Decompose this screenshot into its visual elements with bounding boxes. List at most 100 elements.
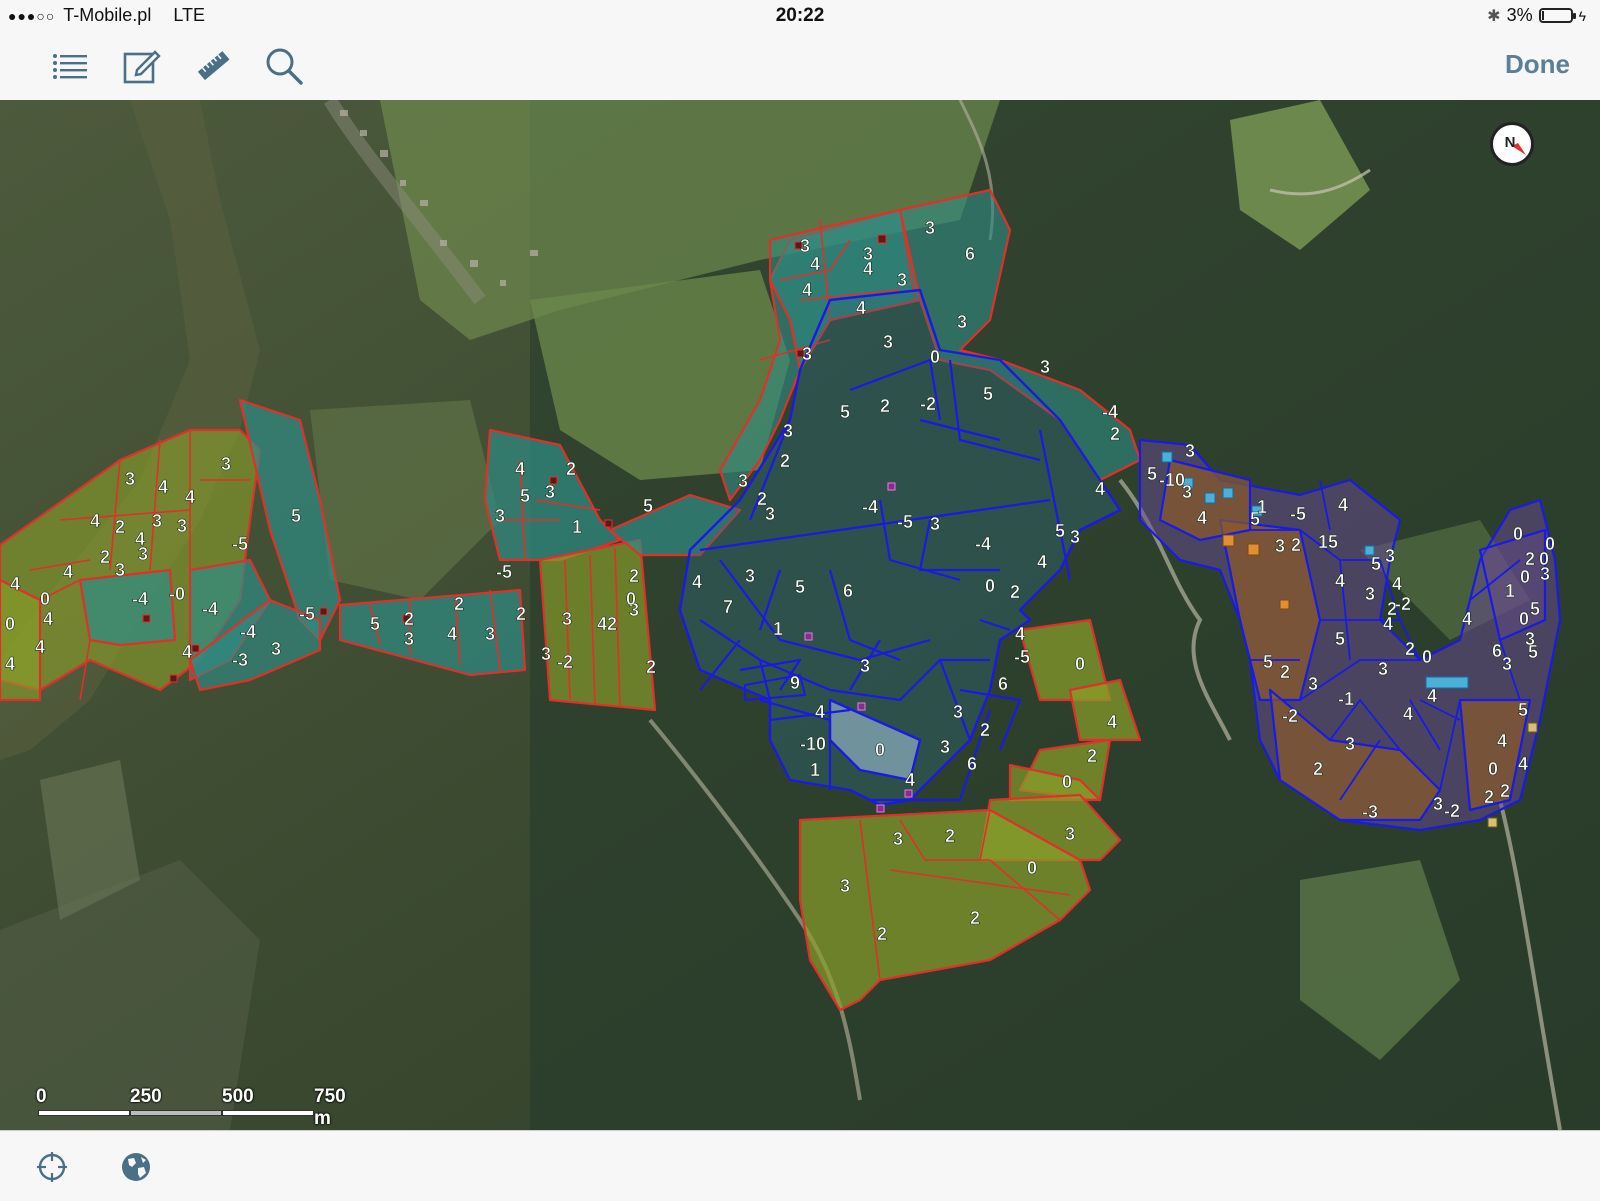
parcel-label: -4 (132, 589, 148, 609)
parcel-label: 4 (1107, 712, 1117, 732)
parcel-label: 4 (692, 572, 702, 592)
parcel-label: 3 (221, 454, 231, 474)
bluetooth-icon: ✱ (1487, 7, 1501, 25)
parcel-label: -4 (202, 599, 218, 619)
parcel-label: -5 (1014, 647, 1030, 667)
parcel-label: 4 (1392, 574, 1402, 594)
search-icon (266, 48, 303, 85)
done-button[interactable]: Done (1505, 49, 1570, 80)
parcel-label: 5 (795, 577, 805, 597)
parcel-label: 6 (965, 244, 975, 264)
parcel-label: 3 (883, 332, 893, 352)
parcel-label: 0 (626, 589, 636, 609)
compass-north-label: N (1505, 134, 1516, 151)
parcel-label: 3 (1433, 794, 1443, 814)
parcel-label: 4 (1518, 754, 1528, 774)
parcel-label: 2 (980, 720, 990, 740)
map-toolbar: Done (0, 32, 1600, 101)
parcel-label: 2 (516, 604, 526, 624)
locate-me-button[interactable] (30, 1145, 74, 1189)
parcel-label: 2 (1525, 549, 1535, 569)
parcel-label: 0 (1027, 858, 1037, 878)
parcel-label: 4 (5, 654, 15, 674)
clock: 20:22 (775, 5, 825, 26)
parcel-label: 4 (35, 637, 45, 657)
map-view[interactable]: 3 4 4 3 4 2 3 3 4 3 2 3 4 -5 -4 -0 -4 4 -4 -3 3 0 4 0 4 4 4 5 -5 4 2 5 3… (0, 100, 1600, 1130)
parcel-label: 3 (860, 656, 870, 676)
parcel-label: 3 (1385, 546, 1395, 566)
parcel-label: 4 (10, 574, 20, 594)
parcel-label: 3 (177, 516, 187, 536)
globe-icon (122, 1153, 150, 1181)
search-button[interactable] (262, 46, 306, 86)
parcel-label: 0 (1422, 647, 1432, 667)
parcel-label: -3 (1362, 802, 1378, 822)
parcel-label: 4 (1383, 614, 1393, 634)
parcel-label: 6 (843, 581, 853, 601)
parcel-label: 3 (541, 644, 551, 664)
parcel-label: 4 (1197, 508, 1207, 528)
edit-button[interactable] (120, 46, 164, 86)
parcel-label: 5 (1147, 464, 1157, 484)
charging-icon: ϟ (1578, 7, 1586, 24)
parcel-label: 4 (90, 511, 100, 531)
parcel-label: 3 (893, 829, 903, 849)
edit-icon (123, 50, 161, 84)
parcel-label: 5 (840, 402, 850, 422)
parcel-label: 3 (738, 471, 748, 491)
parcel-label: 5 (643, 496, 653, 516)
parcel-label: 2 (629, 566, 639, 586)
crosshair-icon (37, 1152, 67, 1182)
parcel-label: 3 (1275, 536, 1285, 556)
parcel-label: 3 (783, 421, 793, 441)
parcel-label: 2 (1291, 535, 1301, 555)
parcel-label: 4 (1403, 704, 1413, 724)
parcel-label: 3 (404, 629, 414, 649)
parcel-label: -4 (240, 622, 256, 642)
parcel-label: 0 (875, 740, 885, 760)
ruler-icon (197, 51, 230, 81)
parcel-label: 2 (404, 609, 414, 629)
parcel-label: 3 (125, 469, 135, 489)
parcel-label: 0 (1545, 534, 1555, 554)
parcel-label: -2 (1444, 801, 1460, 821)
parcel-label: 5 (1055, 521, 1065, 541)
parcel-label: 2 (1313, 759, 1323, 779)
scale-bar: 0 250 500 750 m (36, 1086, 346, 1129)
parcel-label: 4 (158, 477, 168, 497)
parcel-label: 4 (856, 298, 866, 318)
parcel-label: 3 (138, 544, 148, 564)
parcel-label: 4 (1095, 479, 1105, 499)
scale-segment (130, 1110, 222, 1116)
parcel-label: -10 (800, 734, 826, 754)
parcel-label: 0 (5, 614, 15, 634)
bottom-toolbar (0, 1130, 1600, 1201)
parcel-label: -2 (1282, 706, 1298, 726)
parcel-label: 3 (957, 312, 967, 332)
parcel-label: 0 (1062, 772, 1072, 792)
parcel-label: 3 (152, 511, 162, 531)
compass-button[interactable]: N (1490, 122, 1534, 166)
parcel-label: 0 (1519, 609, 1529, 629)
parcel-label: -5 (232, 534, 248, 554)
parcel-label: 4 (515, 459, 525, 479)
measure-button[interactable] (192, 46, 236, 86)
parcel-label: 2 (100, 547, 110, 567)
parcel-label: 9 (790, 673, 800, 693)
parcel-label: 3 (897, 270, 907, 290)
parcel-label: 1 (773, 619, 783, 639)
parcel-label: 3 (953, 702, 963, 722)
parcel-label: 2 (880, 396, 890, 416)
parcel-label: -5 (897, 512, 913, 532)
parcel-label: 3 (495, 506, 505, 526)
basemap-button[interactable] (114, 1145, 158, 1189)
parcel-label: -3 (232, 650, 248, 670)
parcel-label: 3 (1345, 734, 1355, 754)
parcel-label: 5 (291, 506, 301, 526)
parcel-label: 2 (970, 908, 980, 928)
parcel-label: 42 (597, 614, 617, 634)
parcel-label: -5 (496, 562, 512, 582)
parcel-label: 6 (967, 754, 977, 774)
scale-label-0: 0 (36, 1086, 47, 1107)
layer-list-button[interactable] (48, 46, 92, 86)
